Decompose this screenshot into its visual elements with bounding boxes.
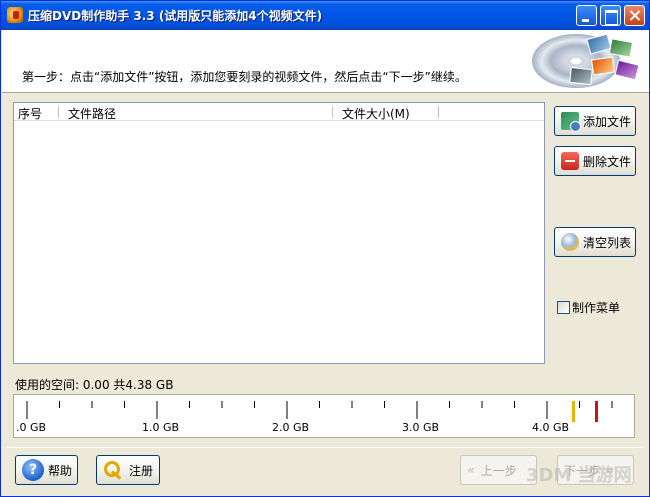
dvd-banner-image [530,30,648,92]
gauge-tick-label: 4.0 GB [532,421,570,434]
add-file-button[interactable]: 添加文件 [554,106,636,136]
title-bar[interactable]: 压缩DVD制作助手 3.3 (试用版只能添加4个视频文件) [1,1,649,30]
gauge-tick-label: 3.0 GB [402,421,440,434]
help-label: 帮助 [48,463,73,478]
register-label: 注册 [129,463,154,478]
close-button[interactable] [624,5,645,26]
clear-list-button[interactable]: 清空列表 [554,227,636,257]
key-icon [103,459,125,481]
make-menu-option[interactable]: 制作菜单 [557,299,620,316]
main-window: 压缩DVD制作助手 3.3 (试用版只能添加4个视频文件) 第一步：点击“添加文… [0,0,650,497]
clear-list-icon [561,233,579,251]
maximize-button[interactable] [600,5,621,26]
delete-file-label: 删除文件 [583,154,632,169]
site-watermark: 3DM 当游网 [526,465,632,486]
double-left-arrow-icon: « [467,463,475,477]
help-button[interactable]: ? 帮助 [15,455,78,485]
capacity-limit-marker [595,401,599,422]
delete-file-button[interactable]: 删除文件 [554,146,636,176]
clear-list-label: 清空列表 [583,235,632,250]
column-header-size[interactable]: 文件大小(M) [342,105,410,122]
step-header: 第一步：点击“添加文件”按钮，添加您要刻录的视频文件，然后点击“下一步”继续。 [2,30,649,93]
make-menu-checkbox[interactable] [557,301,570,314]
column-separator[interactable] [438,106,439,118]
gauge-tick-label: 1.0 GB [142,421,180,434]
column-header-index[interactable]: 序号 [18,105,42,122]
add-file-icon [561,112,581,132]
step-instruction: 第一步：点击“添加文件”按钮，添加您要刻录的视频文件，然后点击“下一步”继续。 [22,70,467,84]
column-separator[interactable] [58,106,59,118]
previous-step-label: 上一步 [480,463,517,478]
photo-thumbnail [569,66,593,86]
footer-divider [7,447,643,448]
file-list-header: 序号 文件路径 文件大小(M) [14,103,544,121]
photo-thumbnail [614,59,640,81]
disc-capacity-gauge: .0 GB 1.0 GB 2.0 GB 3.0 GB 4.0 GB [13,394,635,438]
space-usage-text: 使用的空间: 0.00 共4.38 GB [15,378,174,392]
photo-thumbnail [590,56,616,76]
delete-icon [561,152,579,170]
app-icon [7,7,23,23]
help-icon: ? [22,459,44,481]
gauge-tick-label: .0 GB [16,421,47,434]
register-button[interactable]: 注册 [96,455,160,485]
gauge-tick-label: 2.0 GB [272,421,310,434]
column-header-path[interactable]: 文件路径 [68,105,116,122]
minimize-button[interactable] [576,5,597,26]
column-separator[interactable] [332,106,333,118]
file-list[interactable]: 序号 文件路径 文件大小(M) [13,102,545,364]
add-file-label: 添加文件 [583,114,632,129]
capacity-warning-marker [572,401,575,422]
window-title: 压缩DVD制作助手 3.3 (试用版只能添加4个视频文件) [28,9,323,23]
make-menu-label: 制作菜单 [572,301,621,315]
